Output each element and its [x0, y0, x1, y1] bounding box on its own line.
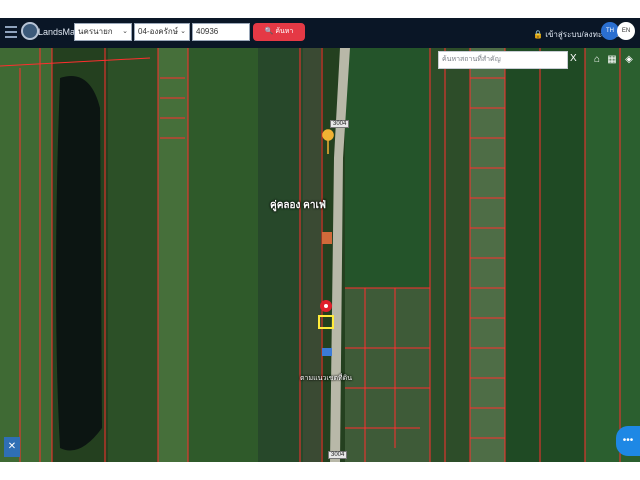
close-icon[interactable]: X: [570, 53, 577, 64]
place-search-input[interactable]: ค้นหาสถานที่สำคัญ: [438, 51, 568, 69]
road-number-label: 3004: [330, 120, 350, 128]
search-button[interactable]: 🔍 ค้นหา: [253, 23, 305, 41]
lock-icon: 🔒: [533, 30, 543, 39]
road-number-label: 3004: [328, 451, 348, 459]
landsmaps-logo: [21, 22, 39, 40]
keyboard-icon[interactable]: ▦: [603, 51, 621, 69]
parcel-boundary-label: ตามแนวเขตที่ดิน: [300, 375, 352, 382]
district-select[interactable]: 04-องครักษ์ ⌄: [134, 23, 190, 41]
satellite-map[interactable]: 3004 3004 คู่คลอง คาเฟ่ ตามแนวเขตที่ดิน: [0, 48, 640, 462]
lang-en-button[interactable]: EN: [617, 22, 635, 40]
parcel-number-input[interactable]: 40936: [192, 23, 250, 41]
top-navigation-bar: LandsMaps นครนายก ⌄ 04-องครักษ์ ⌄ 40936 🔍 …: [0, 18, 640, 48]
tool-icon[interactable]: ✕: [4, 437, 20, 457]
layers-icon[interactable]: ◈: [620, 51, 638, 69]
map-imagery: [0, 48, 640, 462]
more-dots-icon[interactable]: •••: [616, 426, 640, 456]
province-select[interactable]: นครนายก ⌄: [74, 23, 132, 41]
chevron-down-icon: ⌄: [180, 28, 186, 35]
place-name-label[interactable]: คู่คลอง คาเฟ่: [270, 198, 326, 213]
hamburger-icon[interactable]: [5, 26, 17, 38]
chevron-down-icon: ⌄: [122, 28, 128, 35]
search-icon: 🔍: [264, 28, 274, 35]
